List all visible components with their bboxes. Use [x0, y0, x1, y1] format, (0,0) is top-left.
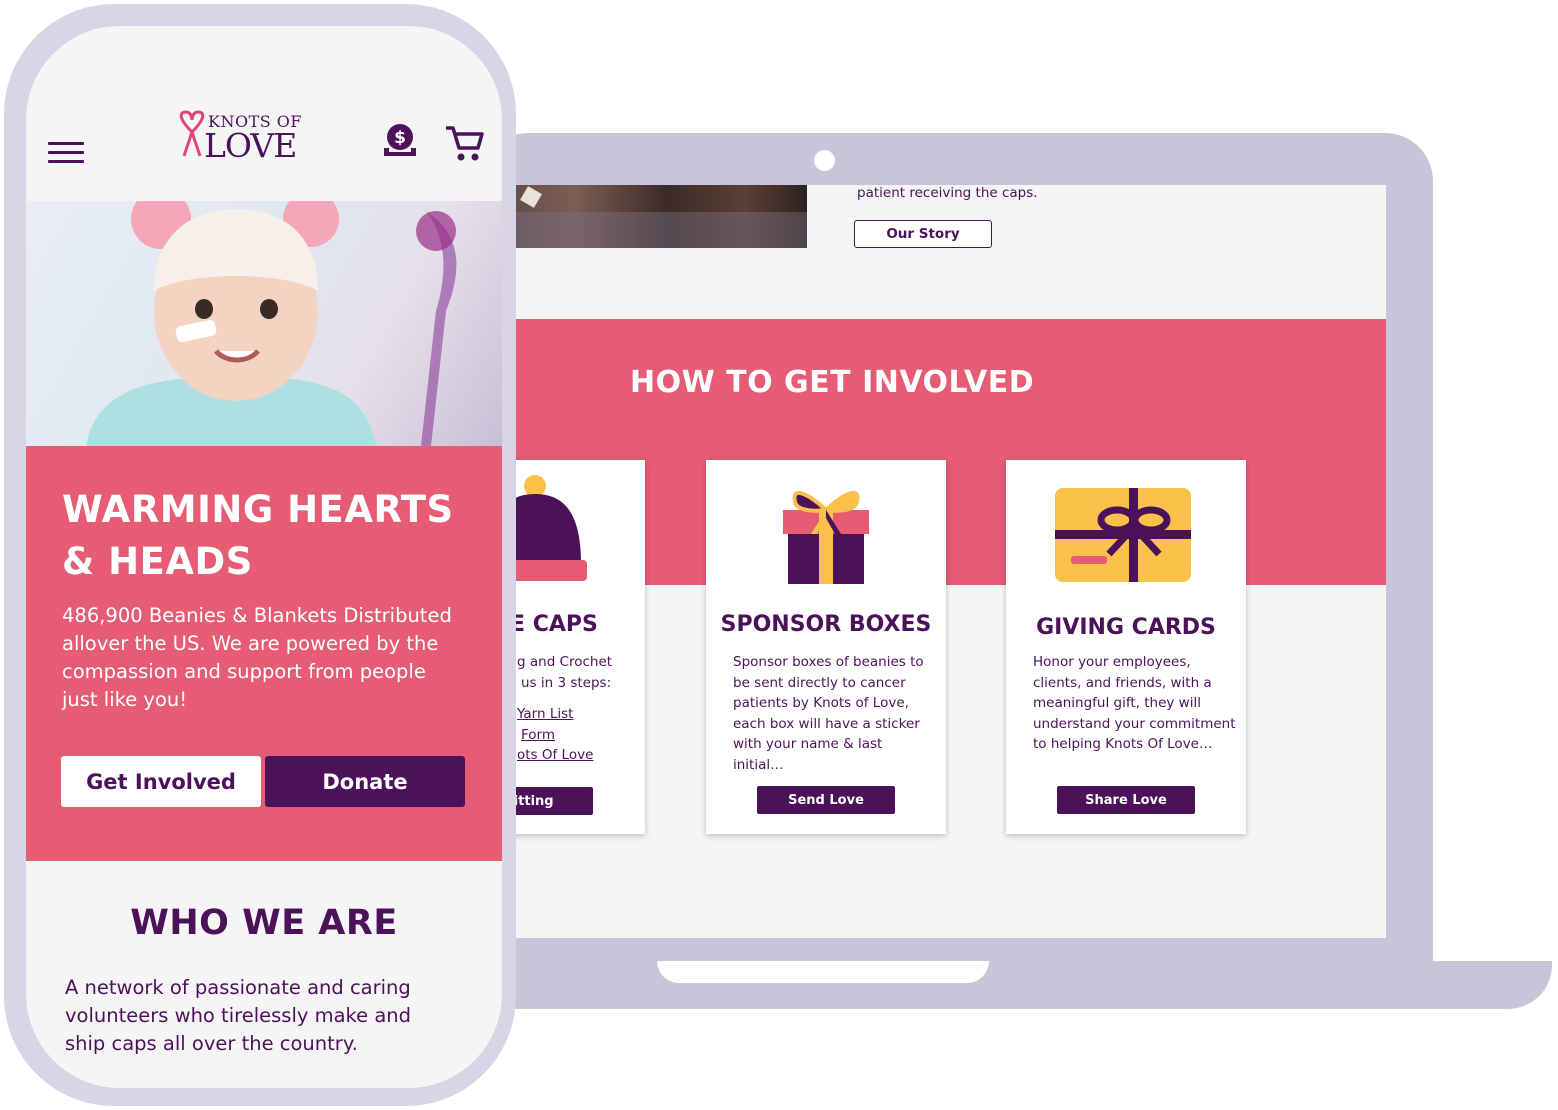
card-knit-caps: TE CAPS g and Crochet us in 3 steps: Yar… [497, 460, 645, 834]
card-sponsor-boxes: SPONSOR BOXES Sponsor boxes of beanies t… [706, 460, 946, 834]
donate-dollar-icon[interactable]: $ [381, 122, 419, 160]
hero-text: 486,900 Beanies & Blankets Distributed a… [62, 604, 452, 711]
story-text: patient receiving the caps. [857, 185, 1038, 201]
laptop-camera [814, 150, 835, 171]
who-we-are-text: A network of passionate and caring volun… [65, 976, 412, 1055]
knots-of-love-logo[interactable]: KNOTS OF LOVE [176, 110, 326, 166]
card-desc: g and Crochet us in 3 steps: [517, 652, 657, 693]
shopping-cart-icon[interactable] [444, 124, 484, 162]
card-giving-cards: GIVING CARDS Honor your employees, clien… [1006, 460, 1246, 834]
laptop-notch [657, 961, 989, 983]
gift-card-icon [1055, 488, 1191, 582]
form-link[interactable]: Form [521, 725, 593, 746]
svg-text:$: $ [394, 128, 406, 148]
hero-title: WARMING HEARTS & HEADS [62, 488, 454, 583]
story-photo [497, 185, 807, 248]
hero-photo [26, 201, 502, 446]
story-photo-sheen [497, 212, 807, 248]
get-involved-button[interactable]: Get Involved [61, 756, 261, 807]
share-love-button[interactable]: Share Love [1057, 786, 1195, 814]
send-love-button[interactable]: Send Love [757, 786, 895, 814]
hero-child-illustration [86, 201, 457, 446]
donate-button[interactable]: Donate [265, 756, 465, 807]
card-desc: Honor your employees, clients, and frien… [1033, 654, 1236, 752]
laptop-base [440, 961, 1552, 1009]
logo-text-line2: LOVE [204, 126, 297, 165]
gift-box-icon [783, 490, 869, 584]
hamburger-icon[interactable] [48, 142, 84, 164]
story-photo-detail [520, 186, 542, 208]
phone-screen: KNOTS OF LOVE $ WARMING HEARTS & HEADS 4… [26, 26, 502, 1088]
yarn-list-link[interactable]: Yarn List [517, 704, 593, 725]
involved-section-title: HOW TO GET INVOLVED [630, 365, 1035, 400]
card-title: SPONSOR BOXES [720, 612, 932, 637]
laptop-screen: patient receiving the caps. Our Story HO… [497, 185, 1386, 938]
who-we-are-title: WHO WE ARE [130, 903, 398, 943]
card-desc-line: us in 3 steps: [521, 674, 612, 691]
card-desc: Sponsor boxes of beanies to be sent dire… [733, 654, 924, 773]
card-desc-line: g and Crochet [517, 654, 613, 670]
our-story-button[interactable]: Our Story [854, 220, 992, 248]
card-title: GIVING CARDS [1036, 615, 1216, 640]
knots-of-love-link[interactable]: ots Of Love [517, 745, 593, 766]
phone-frame: KNOTS OF LOVE $ WARMING HEARTS & HEADS 4… [4, 4, 516, 1106]
